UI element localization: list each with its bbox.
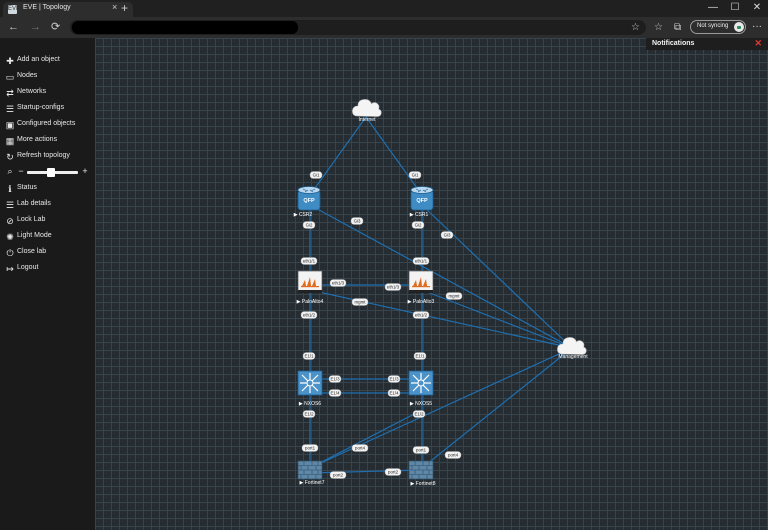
sidebar-item-status[interactable]: ℹ Status — [5, 183, 93, 197]
info-icon: ℹ — [8, 184, 12, 194]
sidebar-item-logout[interactable]: ↦ Logout — [5, 263, 93, 277]
exchange-icon: ⇄ — [6, 88, 14, 98]
font-icon: ▣ — [5, 120, 15, 130]
sidebar-item-label: Networks — [17, 88, 47, 95]
topology-canvas[interactable] — [95, 38, 768, 530]
maximize-button[interactable]: ☐ — [724, 2, 746, 14]
sidebar-item-label: Nodes — [17, 72, 38, 79]
sidebar-item-label: Light Mode — [17, 232, 52, 239]
sidebar-item-light-mode[interactable]: ✺ Light Mode — [5, 231, 93, 245]
back-button[interactable]: ← — [8, 21, 19, 33]
sidebar-item-label: Add an object — [17, 56, 60, 63]
sidebar: ✚ Add an object ▭ Nodes ⇄ Networks ☰ Sta… — [0, 38, 95, 530]
sync-button[interactable]: Not syncing — [690, 20, 746, 34]
close-notifications-icon[interactable]: ✕ — [754, 38, 762, 49]
tab-title: EVE | Topology — [23, 4, 71, 11]
list-icon: ☰ — [5, 104, 15, 114]
sidebar-item-label: Status — [17, 184, 37, 191]
sidebar-item-configured-objects[interactable]: ▣ Configured objects — [5, 119, 93, 133]
minimize-button[interactable]: — — [702, 2, 724, 14]
sidebar-item-lock-lab[interactable]: ⊘ Lock Lab — [5, 215, 93, 229]
plus-icon: ✚ — [6, 56, 14, 66]
zoom-control: ⌕ − + — [5, 166, 91, 178]
sidebar-item-more-actions[interactable]: ▦ More actions — [5, 135, 93, 149]
zoom-slider-handle[interactable] — [46, 168, 55, 177]
new-tab-button[interactable]: + — [121, 2, 128, 14]
tab-close-icon[interactable]: × — [112, 1, 117, 13]
sidebar-item-add-object[interactable]: ✚ Add an object — [5, 55, 93, 69]
sidebar-item-label: Logout — [17, 264, 39, 271]
notifications-title: Notifications — [652, 40, 695, 47]
sidebar-item-startup-configs[interactable]: ☰ Startup-configs — [5, 103, 93, 117]
sidebar-item-label: Startup-configs — [17, 104, 65, 111]
browser-toolbar: ← → ⟳ ☆ ☆ ⧉ Not syncing ··· — [0, 17, 768, 38]
favorites-icon[interactable]: ☆ — [654, 22, 663, 33]
sidebar-item-label: Lab details — [17, 200, 51, 207]
eve-favicon-icon: EVE — [8, 5, 21, 14]
sidebar-item-label: More actions — [17, 136, 58, 143]
power-icon: ⏻ — [6, 248, 14, 258]
address-bar[interactable] — [70, 20, 646, 35]
sidebar-item-refresh-topology[interactable]: ↻ Refresh topology — [5, 151, 93, 165]
nodes-icon: ▭ — [5, 72, 15, 82]
zoom-out-button[interactable]: − — [16, 166, 26, 176]
bookmark-star-icon[interactable]: ☆ — [631, 22, 640, 33]
more-menu-icon[interactable]: ··· — [752, 21, 762, 32]
sidebar-item-nodes[interactable]: ▭ Nodes — [5, 71, 93, 85]
sidebar-item-lab-details[interactable]: ☰ Lab details — [5, 199, 93, 213]
sync-label: Not syncing — [697, 23, 729, 29]
zoom-in-button[interactable]: + — [80, 166, 90, 176]
details-icon: ☰ — [5, 200, 15, 210]
refresh-button[interactable]: ⟳ — [51, 21, 60, 33]
forward-button[interactable]: → — [30, 21, 41, 33]
sidebar-item-label: Refresh topology — [17, 152, 70, 159]
collections-icon[interactable]: ⧉ — [674, 22, 681, 33]
browser-titlebar: EVE EVE | Topology × + — ☐ ✕ — [0, 0, 768, 17]
sidebar-item-label: Lock Lab — [17, 216, 46, 223]
zoom-icon: ⌕ — [7, 166, 13, 176]
redacted-url — [72, 21, 298, 34]
profile-avatar — [734, 22, 744, 32]
sidebar-item-close-lab[interactable]: ⏻ Close lab — [5, 247, 93, 261]
sidebar-item-networks[interactable]: ⇄ Networks — [5, 87, 93, 101]
close-window-button[interactable]: ✕ — [746, 2, 768, 14]
sidebar-item-label: Configured objects — [17, 120, 76, 127]
grid-icon: ▦ — [5, 136, 15, 146]
refresh-icon: ↻ — [6, 152, 14, 162]
sun-icon: ✺ — [6, 232, 14, 242]
notifications-panel: Notifications ✕ — [646, 38, 768, 50]
lock-icon: ⊘ — [6, 216, 14, 226]
sidebar-item-label: Close lab — [17, 248, 47, 255]
logout-icon: ↦ — [6, 264, 14, 274]
